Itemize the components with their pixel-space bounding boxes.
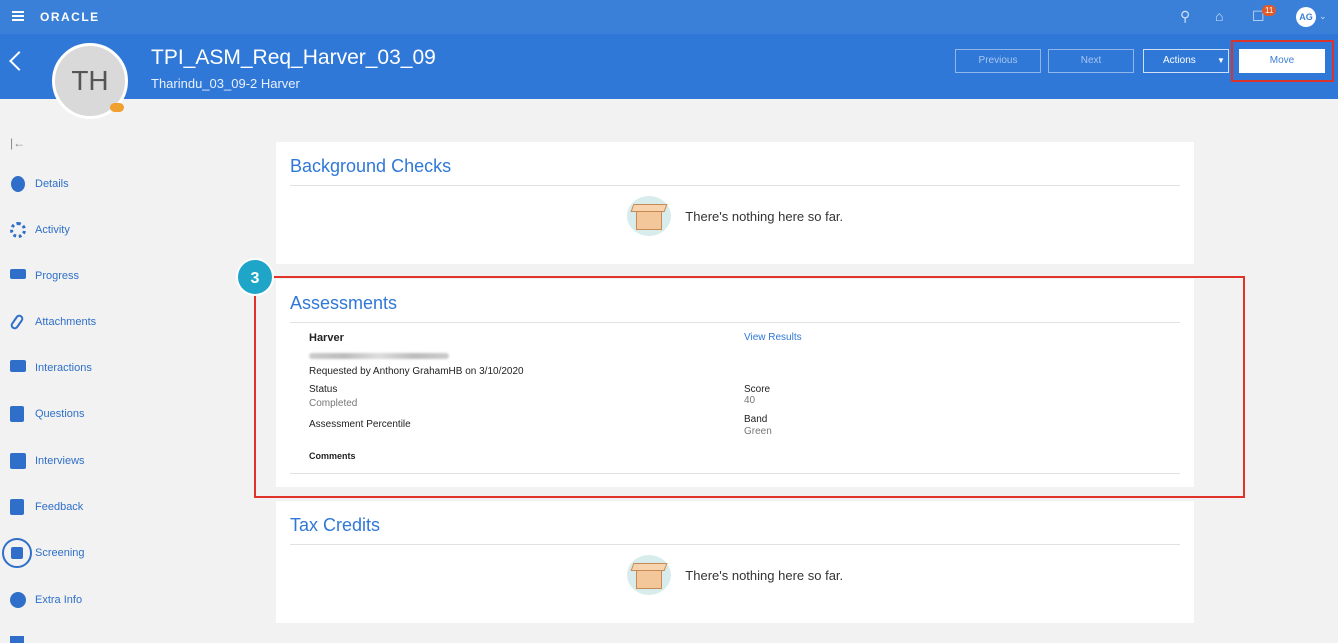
divider xyxy=(290,185,1180,186)
tax-credits-card: Tax Credits There's nothing here so far. xyxy=(276,501,1194,623)
sidebar-item-extra-info[interactable]: Extra Info xyxy=(0,586,260,616)
sidebar-item-questions[interactable]: Questions xyxy=(0,400,260,430)
user-avatar[interactable]: AG xyxy=(1296,7,1316,27)
empty-box-icon xyxy=(626,555,671,595)
background-checks-card: Background Checks There's nothing here s… xyxy=(276,142,1194,264)
divider xyxy=(290,544,1180,545)
caret-down-icon: ▼ xyxy=(1217,56,1225,65)
sidebar-item-screening[interactable]: Screening xyxy=(0,538,260,569)
empty-state-text: There's nothing here so far. xyxy=(685,208,844,224)
progress-icon xyxy=(10,269,26,279)
calendar-icon xyxy=(10,453,26,469)
empty-state: There's nothing here so far. xyxy=(276,555,1194,595)
actions-button[interactable]: Actions ▼ xyxy=(1143,49,1229,73)
status-dot-icon xyxy=(110,103,124,112)
page-subtitle: Tharindu_03_09-2 Harver xyxy=(151,76,300,91)
tax-credits-title: Tax Credits xyxy=(290,515,381,535)
sidebar-item-label: Interviews xyxy=(35,455,85,467)
collapse-sidebar-icon[interactable]: |← xyxy=(10,136,25,150)
sidebar-item-progress[interactable]: Progress xyxy=(0,262,260,292)
screening-icon xyxy=(2,538,32,568)
sidebar-item-label: Interactions xyxy=(35,362,92,374)
sidebar-item-partial-icon xyxy=(10,636,24,643)
questions-icon xyxy=(10,406,24,422)
assessments-highlight xyxy=(254,276,1245,498)
home-icon[interactable]: ⌂ xyxy=(1215,8,1223,24)
feedback-icon xyxy=(10,499,24,515)
sidebar-item-interactions[interactable]: Interactions xyxy=(0,354,260,384)
empty-box-icon xyxy=(626,196,671,236)
previous-button[interactable]: Previous xyxy=(955,49,1041,73)
empty-state: There's nothing here so far. xyxy=(276,196,1194,236)
chevron-down-icon[interactable]: ⌄ xyxy=(1319,11,1327,22)
page-title: TPI_ASM_Req_Harver_03_09 xyxy=(151,46,436,69)
search-icon[interactable]: ⚲ xyxy=(1180,8,1190,25)
background-checks-title: Background Checks xyxy=(290,156,452,176)
interactions-icon xyxy=(10,360,26,372)
menu-icon[interactable] xyxy=(12,11,24,21)
activity-icon xyxy=(10,222,26,238)
sidebar-item-label: Screening xyxy=(35,547,85,559)
sidebar-item-label: Details xyxy=(35,178,69,190)
sidebar-item-details[interactable]: Details xyxy=(0,170,260,200)
oracle-logo: ORACLE xyxy=(40,10,100,24)
sidebar-item-label: Attachments xyxy=(35,316,97,328)
step-number-badge: 3 xyxy=(236,258,274,296)
info-icon xyxy=(10,592,26,608)
next-button[interactable]: Next xyxy=(1048,49,1134,73)
sidebar-item-attachments[interactable]: Attachments xyxy=(0,308,260,338)
sidebar-item-label: Feedback xyxy=(35,501,84,513)
sidebar-item-label: Extra Info xyxy=(35,594,83,606)
empty-state-text: There's nothing here so far. xyxy=(685,567,844,583)
sidebar-item-feedback[interactable]: Feedback xyxy=(0,493,260,523)
sidebar-item-label: Progress xyxy=(35,270,80,282)
back-arrow-icon[interactable] xyxy=(9,51,29,71)
notification-badge: 11 xyxy=(1262,5,1277,16)
move-button-highlight xyxy=(1231,40,1334,82)
person-icon xyxy=(11,176,25,192)
paperclip-icon xyxy=(9,313,25,331)
sidebar-item-interviews[interactable]: Interviews xyxy=(0,447,260,477)
sidebar-item-label: Activity xyxy=(35,224,70,236)
sidebar-item-label: Questions xyxy=(35,408,85,420)
top-bar: ORACLE ⚲ ⌂ ☐ 11 AG ⌄ xyxy=(0,0,1338,34)
actions-label: Actions xyxy=(1163,55,1196,66)
sidebar-item-activity[interactable]: Activity xyxy=(0,216,260,246)
